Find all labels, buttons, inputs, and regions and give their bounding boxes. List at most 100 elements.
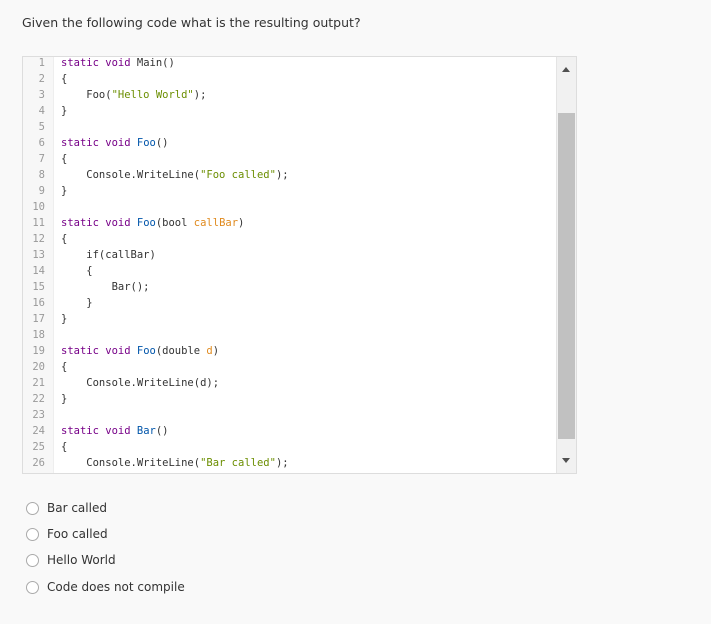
code-line: 1 static void Main() bbox=[23, 57, 556, 71]
code-token: } bbox=[61, 105, 68, 117]
code-token: } bbox=[61, 185, 68, 197]
code-text: } bbox=[61, 183, 67, 199]
code-line: 21 Console.WriteLine(d); bbox=[23, 375, 556, 391]
code-line: 23 bbox=[23, 407, 556, 423]
code-text: { bbox=[61, 231, 67, 247]
code-token: } bbox=[61, 393, 68, 405]
code-token-kw: static bbox=[61, 137, 106, 149]
scroll-down-arrow-icon[interactable] bbox=[562, 458, 570, 463]
code-token: } bbox=[61, 297, 93, 309]
line-number: 1 bbox=[38, 57, 45, 69]
line-number: 8 bbox=[38, 169, 45, 181]
code-line: 6 static void Foo() bbox=[23, 135, 556, 151]
code-line: 20 { bbox=[23, 359, 556, 375]
code-text: Console.WriteLine("Foo called"); bbox=[61, 167, 289, 183]
code-line: 16 } bbox=[23, 295, 556, 311]
code-token: { bbox=[61, 361, 68, 373]
radio-button[interactable] bbox=[26, 580, 39, 594]
code-token-str: "Foo called" bbox=[200, 169, 276, 181]
code-token-fn: Foo bbox=[136, 217, 156, 229]
code-token: ); bbox=[193, 89, 207, 101]
line-number: 4 bbox=[38, 105, 45, 117]
option-label[interactable]: Foo called bbox=[47, 527, 108, 541]
line-number: 14 bbox=[32, 265, 45, 277]
code-text: { bbox=[61, 151, 67, 167]
code-token: { bbox=[61, 441, 68, 453]
code-token-kw: static bbox=[61, 217, 106, 229]
code-text: if(callBar) bbox=[61, 247, 156, 263]
line-number: 3 bbox=[38, 89, 45, 101]
code-text: { bbox=[61, 71, 67, 87]
line-number: 22 bbox=[32, 393, 45, 405]
answer-option[interactable]: Hello World bbox=[26, 553, 116, 567]
code-line: 25 { bbox=[23, 439, 556, 455]
answer-option[interactable]: Bar called bbox=[26, 501, 107, 515]
option-label[interactable]: Bar called bbox=[47, 501, 107, 515]
option-label[interactable]: Hello World bbox=[47, 553, 116, 567]
code-line: 10 bbox=[23, 199, 556, 215]
code-line: 22} bbox=[23, 391, 556, 407]
radio-button[interactable] bbox=[26, 527, 39, 541]
code-text: Foo("Hello World"); bbox=[61, 87, 206, 103]
code-text: static void Bar() bbox=[61, 423, 169, 439]
code-text: Console.WriteLine(d); bbox=[61, 375, 219, 391]
scroll-up-arrow-icon[interactable] bbox=[562, 67, 570, 72]
code-token: } bbox=[61, 313, 68, 325]
code-token-fn: Bar bbox=[136, 425, 156, 437]
radio-button[interactable] bbox=[26, 553, 39, 567]
code-token: { bbox=[61, 153, 68, 165]
code-token-fn: Foo bbox=[136, 137, 156, 149]
code-line: 11 static void Foo(bool callBar) bbox=[23, 215, 556, 231]
code-editor[interactable]: 1 static void Main() 2{3 Foo("Hello World"… bbox=[22, 56, 577, 474]
option-label[interactable]: Code does not compile bbox=[47, 580, 185, 594]
code-token-str: "Hello World" bbox=[111, 89, 194, 101]
scrollbar-thumb[interactable] bbox=[558, 113, 575, 439]
code-text: } bbox=[61, 295, 93, 311]
code-token: ) bbox=[212, 345, 220, 357]
code-token: ); bbox=[275, 169, 289, 181]
vertical-scrollbar[interactable] bbox=[556, 57, 576, 473]
line-number: 10 bbox=[32, 201, 45, 213]
code-text: { bbox=[61, 359, 67, 375]
line-number: 19 bbox=[32, 345, 45, 357]
question-text: Given the following code what is the res… bbox=[22, 15, 361, 30]
code-token: Foo( bbox=[61, 89, 112, 101]
code-line: 24 static void Bar() bbox=[23, 423, 556, 439]
code-token-kw: void bbox=[105, 137, 137, 149]
code-token-kw: static bbox=[61, 57, 106, 69]
code-text: static void Main() bbox=[61, 57, 175, 71]
code-line: 8 Console.WriteLine("Foo called"); bbox=[23, 167, 556, 183]
line-number: 6 bbox=[38, 137, 45, 149]
code-token: () bbox=[155, 137, 169, 149]
answer-option[interactable]: Code does not compile bbox=[26, 580, 185, 594]
code-token-kw: static bbox=[61, 425, 106, 437]
code-token: () bbox=[162, 57, 175, 69]
code-token: Console.WriteLine(d); bbox=[61, 377, 220, 389]
code-token-fn: Foo bbox=[136, 345, 156, 357]
answer-option[interactable]: Foo called bbox=[26, 527, 108, 541]
code-token: (bool bbox=[155, 217, 194, 229]
code-line: 3 Foo("Hello World"); bbox=[23, 87, 556, 103]
line-number: 23 bbox=[32, 409, 45, 421]
code-token: { bbox=[61, 265, 93, 277]
code-token: ) bbox=[238, 217, 245, 229]
code-text: } bbox=[61, 391, 67, 407]
code-text: } bbox=[61, 103, 67, 119]
code-line: 19 static void Foo(double d) bbox=[23, 343, 556, 359]
code-token: { bbox=[61, 73, 68, 85]
code-token: (double bbox=[155, 345, 207, 357]
line-number: 9 bbox=[38, 185, 45, 197]
code-token-kw: void bbox=[105, 217, 137, 229]
code-token-param: callBar bbox=[193, 217, 239, 229]
line-number: 20 bbox=[32, 361, 45, 373]
code-text: static void Foo(double d) bbox=[61, 343, 219, 359]
line-number: 24 bbox=[32, 425, 45, 437]
code-token-kw: void bbox=[105, 345, 137, 357]
code-token: Console.WriteLine( bbox=[61, 169, 201, 181]
code-token: if(callBar) bbox=[61, 249, 156, 261]
code-line: 2{ bbox=[23, 71, 556, 87]
code-text: { bbox=[61, 263, 93, 279]
code-line: 18 bbox=[23, 327, 556, 343]
radio-button[interactable] bbox=[26, 501, 39, 515]
line-number: 13 bbox=[32, 249, 45, 261]
